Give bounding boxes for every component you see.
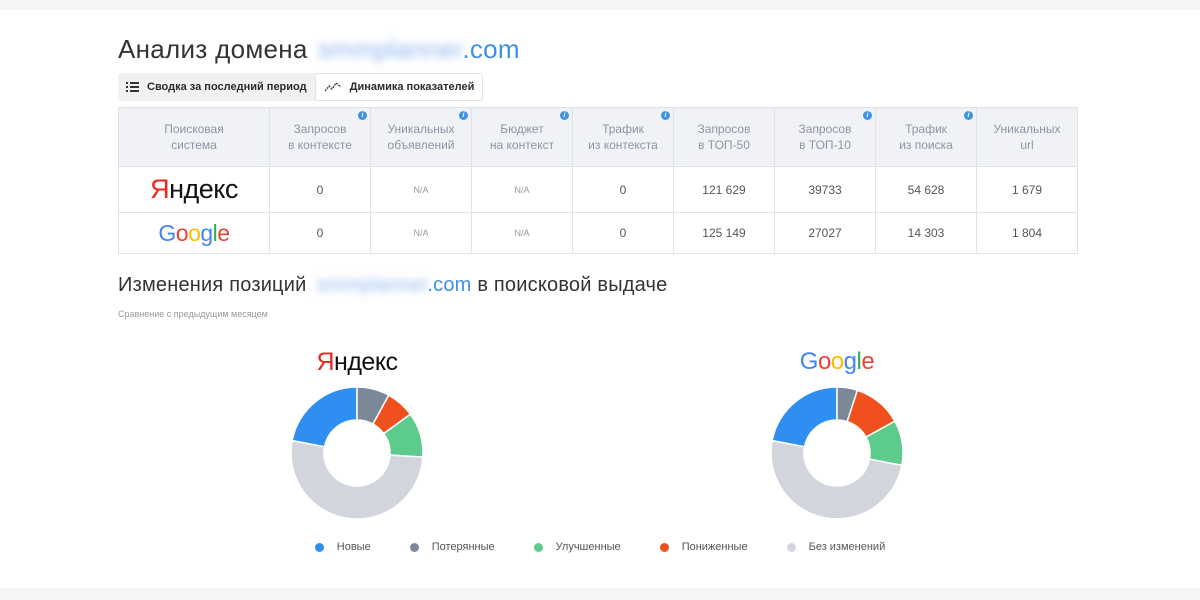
legend-item-lowered[interactable]: Пониженные — [659, 541, 748, 553]
legend-dot — [786, 542, 796, 552]
donut-slice-google-0[interactable] — [771, 386, 838, 448]
legend-dot — [314, 542, 324, 552]
chart-legend: Новые Потерянные Улучшенные Пониженные Б… — [0, 541, 1200, 553]
legend-item-improved[interactable]: Улучшенные — [533, 541, 621, 553]
legend-item-new[interactable]: Новые — [314, 541, 371, 553]
legend-dot — [533, 542, 543, 552]
donut-slice-yandex-0[interactable] — [291, 386, 358, 448]
legend-item-lost[interactable]: Потерянные — [409, 541, 495, 553]
legend-dot — [659, 542, 669, 552]
donut-charts — [290, 386, 904, 520]
legend-item-unchanged[interactable]: Без изменений — [786, 541, 885, 553]
legend-dot — [409, 542, 419, 552]
